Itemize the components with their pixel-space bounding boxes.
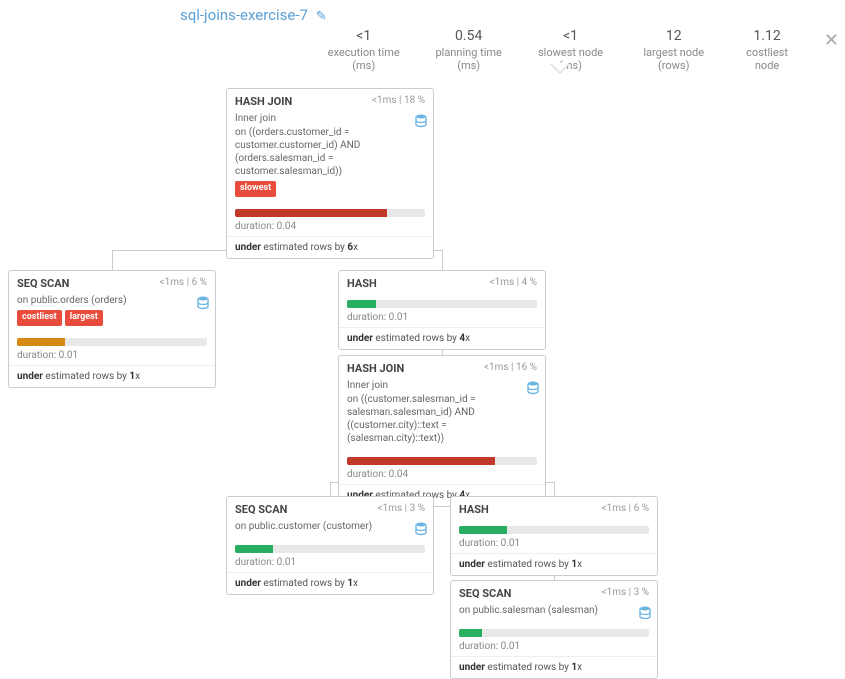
duration-text: duration: 0.01	[451, 637, 657, 657]
duration-bar	[17, 338, 207, 346]
stat-label: slowest node (ms)	[530, 46, 611, 72]
stat-label: largest node (rows)	[631, 46, 716, 72]
node-meta: <1ms | 6 %	[160, 277, 207, 290]
node-hash-2[interactable]: HASH <1ms | 6 % duration: 0.01 under est…	[450, 496, 658, 576]
database-icon	[415, 114, 427, 128]
stat-value: 12	[631, 28, 716, 44]
edit-icon[interactable]: ✎	[316, 9, 327, 24]
stat-costliest-node: 1.12 costliest node	[736, 28, 798, 72]
duration-text: duration: 0.01	[451, 534, 657, 554]
duration-text: duration: 0.01	[227, 553, 433, 573]
duration-text: duration: 0.04	[339, 465, 545, 485]
node-meta: <1ms | 3 %	[602, 587, 649, 600]
node-meta: <1ms | 16 %	[484, 362, 537, 375]
database-icon	[527, 381, 539, 395]
estimate-text: under estimated rows by 1x	[451, 657, 657, 678]
node-title: HASH JOIN	[235, 95, 292, 108]
node-condition: on ((customer.salesman_id = salesman.sal…	[347, 393, 537, 445]
tag-slowest: slowest	[235, 181, 276, 197]
node-hash-join[interactable]: HASH JOIN <1ms | 18 % Inner join on ((or…	[226, 88, 434, 259]
node-join-type: Inner join	[347, 380, 388, 391]
connector	[330, 482, 331, 496]
duration-bar	[235, 209, 425, 217]
connector	[554, 482, 555, 496]
stats-bar: <1 execution time (ms) 0.54 planning tim…	[320, 28, 845, 72]
node-title: SEQ SCAN	[459, 587, 511, 600]
stat-value: 0.54	[427, 28, 509, 44]
title-text: sql-joins-exercise-7	[180, 6, 308, 24]
estimate-text: under estimated rows by 6x	[227, 237, 433, 258]
node-meta: <1ms | 6 %	[602, 503, 649, 516]
database-icon	[639, 606, 651, 620]
duration-text: duration: 0.04	[227, 217, 433, 237]
database-icon	[197, 296, 209, 310]
duration-text: duration: 0.01	[339, 308, 545, 328]
stat-execution-time: <1 execution time (ms)	[320, 28, 407, 72]
node-relation: on public.orders (orders)	[17, 295, 127, 306]
node-seq-scan-customer[interactable]: SEQ SCAN <1ms | 3 % on public.customer (…	[226, 496, 434, 595]
tag-largest: largest	[65, 310, 103, 326]
duration-bar	[459, 526, 649, 534]
connector	[112, 250, 113, 270]
estimate-text: under estimated rows by 4x	[339, 328, 545, 349]
stat-value: <1	[320, 28, 407, 44]
node-title: SEQ SCAN	[235, 503, 287, 516]
stat-slowest-node: <1 slowest node (ms)	[530, 28, 611, 72]
node-title: HASH	[459, 503, 489, 516]
stat-label: execution time (ms)	[320, 46, 407, 72]
stat-label: planning time (ms)	[427, 46, 509, 72]
node-seq-scan-salesman[interactable]: SEQ SCAN <1ms | 3 % on public.salesman (…	[450, 580, 658, 679]
node-meta: <1ms | 18 %	[372, 95, 425, 108]
page-title: sql-joins-exercise-7 ✎	[180, 6, 327, 24]
duration-bar	[235, 545, 425, 553]
node-hash-join-inner[interactable]: HASH JOIN <1ms | 16 % Inner join on ((cu…	[338, 355, 546, 507]
pointer-icon	[550, 64, 570, 74]
tag-costliest: costliest	[17, 310, 62, 326]
duration-bar	[347, 300, 537, 308]
node-title: HASH JOIN	[347, 362, 404, 375]
node-join-type: Inner join	[235, 113, 276, 124]
node-title: HASH	[347, 277, 377, 290]
stat-planning-time: 0.54 planning time (ms)	[427, 28, 509, 72]
node-title: SEQ SCAN	[17, 277, 69, 290]
node-relation: on public.salesman (salesman)	[459, 605, 598, 616]
node-relation: on public.customer (customer)	[235, 521, 372, 532]
node-hash[interactable]: HASH <1ms | 4 % duration: 0.01 under est…	[338, 270, 546, 350]
database-icon	[415, 522, 427, 536]
estimate-text: under estimated rows by 1x	[227, 573, 433, 594]
node-meta: <1ms | 3 %	[378, 503, 425, 516]
estimate-text: under estimated rows by 1x	[451, 554, 657, 575]
duration-bar	[459, 629, 649, 637]
duration-text: duration: 0.01	[9, 346, 215, 366]
close-icon[interactable]: ✕	[818, 28, 845, 53]
duration-bar	[347, 457, 537, 465]
node-condition: on ((orders.customer_id = customer.custo…	[235, 126, 425, 178]
stat-largest-node: 12 largest node (rows)	[631, 28, 716, 72]
stat-value: <1	[530, 28, 611, 44]
node-meta: <1ms | 4 %	[490, 277, 537, 290]
estimate-text: under estimated rows by 1x	[9, 366, 215, 387]
node-seq-scan-orders[interactable]: SEQ SCAN <1ms | 6 % on public.orders (or…	[8, 270, 216, 388]
stat-label: costliest node	[736, 46, 798, 72]
connector	[442, 250, 443, 270]
stat-value: 1.12	[736, 28, 798, 44]
